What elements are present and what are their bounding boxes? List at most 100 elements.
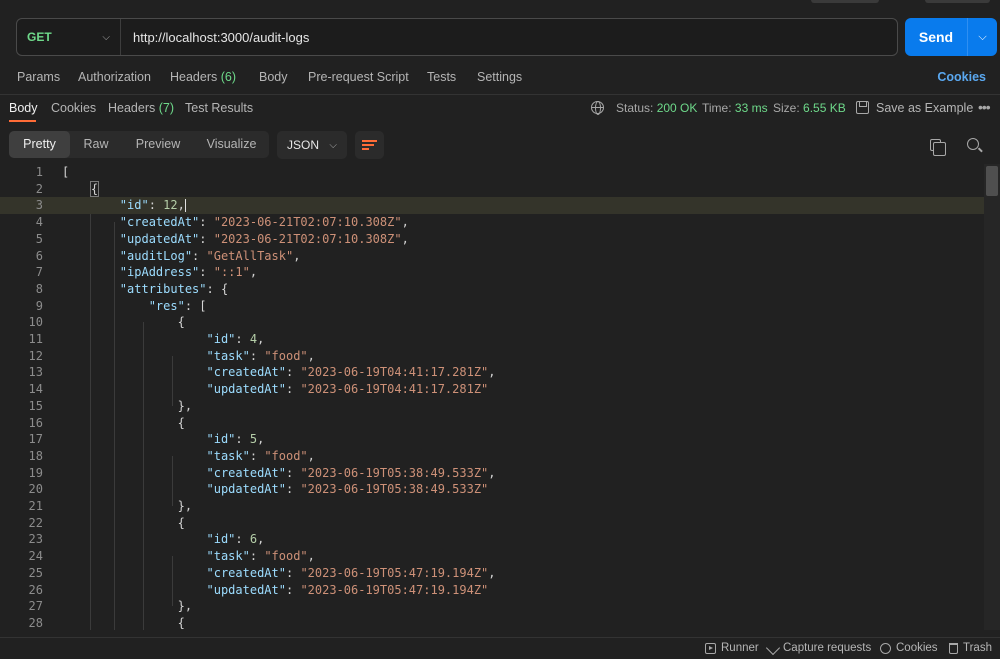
line-number: 25 — [28, 565, 43, 580]
vertical-scrollbar[interactable] — [984, 164, 1000, 630]
divider — [0, 94, 1000, 95]
line-number: 3 — [35, 198, 43, 213]
code-line[interactable]: 28 { — [0, 615, 984, 630]
response-tab-cookies[interactable]: Cookies — [51, 101, 96, 115]
response-tab-headers[interactable]: Headers (7) — [108, 101, 174, 115]
tab-authorization[interactable]: Authorization — [78, 70, 151, 84]
code-line[interactable]: 1[ — [0, 164, 984, 181]
line-number: 24 — [28, 549, 43, 564]
line-number: 4 — [35, 215, 43, 230]
line-number: 13 — [28, 365, 43, 380]
code-text: "id": 6, — [206, 532, 265, 547]
status-info[interactable]: Status: 200 OK — [616, 101, 697, 115]
code-line[interactable]: 26 "updatedAt": "2023-06-19T05:47:19.194… — [0, 582, 984, 599]
trash-icon — [949, 642, 958, 654]
tab-pre-request-script[interactable]: Pre-request Script — [308, 70, 409, 84]
send-button[interactable]: Send — [905, 29, 967, 45]
wrap-lines-button[interactable] — [355, 131, 384, 159]
search-icon[interactable] — [967, 138, 979, 150]
method-select[interactable]: GET ⌵ — [17, 19, 121, 55]
time-info[interactable]: Time: 33 ms — [702, 101, 768, 115]
response-tab-body[interactable]: Body — [9, 101, 38, 115]
line-number: 19 — [28, 465, 43, 480]
code-line[interactable]: 5 "updatedAt": "2023-06-21T02:07:10.308Z… — [0, 231, 984, 248]
cookies-button[interactable]: Cookies — [880, 642, 938, 654]
runner-icon — [705, 642, 716, 654]
format-select[interactable]: JSON ⌵ — [277, 131, 347, 159]
code-line[interactable]: 25 "createdAt": "2023-06-19T05:47:19.194… — [0, 565, 984, 582]
code-line[interactable]: 21 }, — [0, 498, 984, 515]
mode-raw[interactable]: Raw — [70, 131, 122, 158]
runner-button[interactable]: Runner — [705, 642, 759, 654]
top-button-fragment[interactable] — [811, 0, 879, 3]
line-number: 15 — [28, 398, 43, 413]
tab-settings[interactable]: Settings — [477, 70, 522, 84]
code-line[interactable]: 24 "task": "food", — [0, 548, 984, 565]
code-line[interactable]: 17 "id": 5, — [0, 431, 984, 448]
scrollbar-thumb[interactable] — [986, 166, 998, 196]
code-line[interactable]: 13 "createdAt": "2023-06-19T04:41:17.281… — [0, 364, 984, 381]
code-text: "updatedAt": "2023-06-19T05:38:49.533Z" — [206, 482, 489, 497]
code-line[interactable]: 18 "task": "food", — [0, 448, 984, 465]
code-text: "task": "food", — [206, 448, 315, 463]
mode-preview[interactable]: Preview — [122, 131, 194, 158]
code-line[interactable]: 4 "createdAt": "2023-06-21T02:07:10.308Z… — [0, 214, 984, 231]
top-button-fragment[interactable] — [925, 0, 990, 3]
tab-tests[interactable]: Tests — [427, 70, 456, 84]
code-line[interactable]: 27 }, — [0, 598, 984, 615]
tab-headers[interactable]: Headers (6) — [170, 70, 236, 84]
code-line[interactable]: 22 { — [0, 515, 984, 532]
window-top-strip — [0, 0, 1000, 6]
code-line[interactable]: 19 "createdAt": "2023-06-19T05:38:49.533… — [0, 465, 984, 482]
code-line[interactable]: 9 "res": [ — [0, 298, 984, 315]
size-info[interactable]: Size: 6.55 KB — [773, 101, 846, 115]
code-line[interactable]: 7 "ipAddress": "::1", — [0, 264, 984, 281]
url-input[interactable] — [121, 19, 897, 55]
line-number: 2 — [35, 181, 43, 196]
tab-body[interactable]: Body — [259, 70, 288, 84]
line-number: 11 — [28, 332, 43, 346]
code-line[interactable]: 3 "id": 12, — [0, 197, 984, 215]
line-number: 7 — [35, 265, 43, 280]
globe-icon[interactable] — [591, 101, 604, 115]
code-line[interactable]: 15 }, — [0, 398, 984, 415]
code-line[interactable]: 6 "auditLog": "GetAllTask", — [0, 248, 984, 265]
line-number: 18 — [28, 448, 43, 463]
code-line[interactable]: 23 "id": 6, — [0, 531, 984, 548]
code-line[interactable]: 12 "task": "food", — [0, 348, 984, 365]
send-options-chevron-icon[interactable]: ⌵ — [967, 18, 997, 56]
code-line[interactable]: 8 "attributes": { — [0, 281, 984, 298]
line-number: 20 — [28, 482, 43, 497]
code-text: "id": 12, — [119, 198, 186, 213]
line-number: 9 — [35, 298, 43, 313]
tab-label: Authorization — [78, 70, 151, 84]
more-options-icon[interactable]: ••• — [978, 99, 991, 115]
mode-visualize[interactable]: Visualize — [194, 131, 269, 158]
code-text: "createdAt": "2023-06-19T05:47:19.194Z", — [206, 565, 496, 580]
mode-pretty[interactable]: Pretty — [9, 131, 70, 158]
code-line[interactable]: 20 "updatedAt": "2023-06-19T05:38:49.533… — [0, 481, 984, 498]
save-icon[interactable] — [856, 101, 869, 114]
status-value: 200 OK — [656, 101, 698, 115]
response-body-viewer[interactable]: 1[2 {3 "id": 12, 4 "createdAt": "2023-06-… — [0, 164, 984, 630]
code-text: "id": 4, — [206, 332, 265, 346]
send-button-group: Send ⌵ — [905, 18, 997, 56]
line-number: 14 — [28, 382, 43, 397]
trash-label: Trash — [963, 642, 992, 654]
tab-params[interactable]: Params — [17, 70, 60, 84]
save-as-example-button[interactable]: Save as Example — [876, 101, 973, 115]
line-number: 26 — [28, 582, 43, 597]
code-line[interactable]: 16 { — [0, 415, 984, 432]
line-number: 5 — [35, 231, 43, 246]
capture-requests-button[interactable]: Capture requests — [765, 640, 871, 656]
code-line[interactable]: 11 "id": 4, — [0, 331, 984, 348]
code-line[interactable]: 2 { — [0, 180, 984, 198]
tab-label: Tests — [427, 70, 457, 84]
response-tab-test-results[interactable]: Test Results — [185, 101, 253, 115]
status-bar: Runner Capture requests Cookies Trash — [0, 637, 1000, 659]
trash-button[interactable]: Trash — [949, 642, 992, 654]
cookies-link[interactable]: Cookies — [937, 70, 986, 84]
code-line[interactable]: 14 "updatedAt": "2023-06-19T04:41:17.281… — [0, 381, 984, 398]
code-line[interactable]: 10 { — [0, 314, 984, 331]
copy-icon[interactable] — [930, 139, 946, 156]
